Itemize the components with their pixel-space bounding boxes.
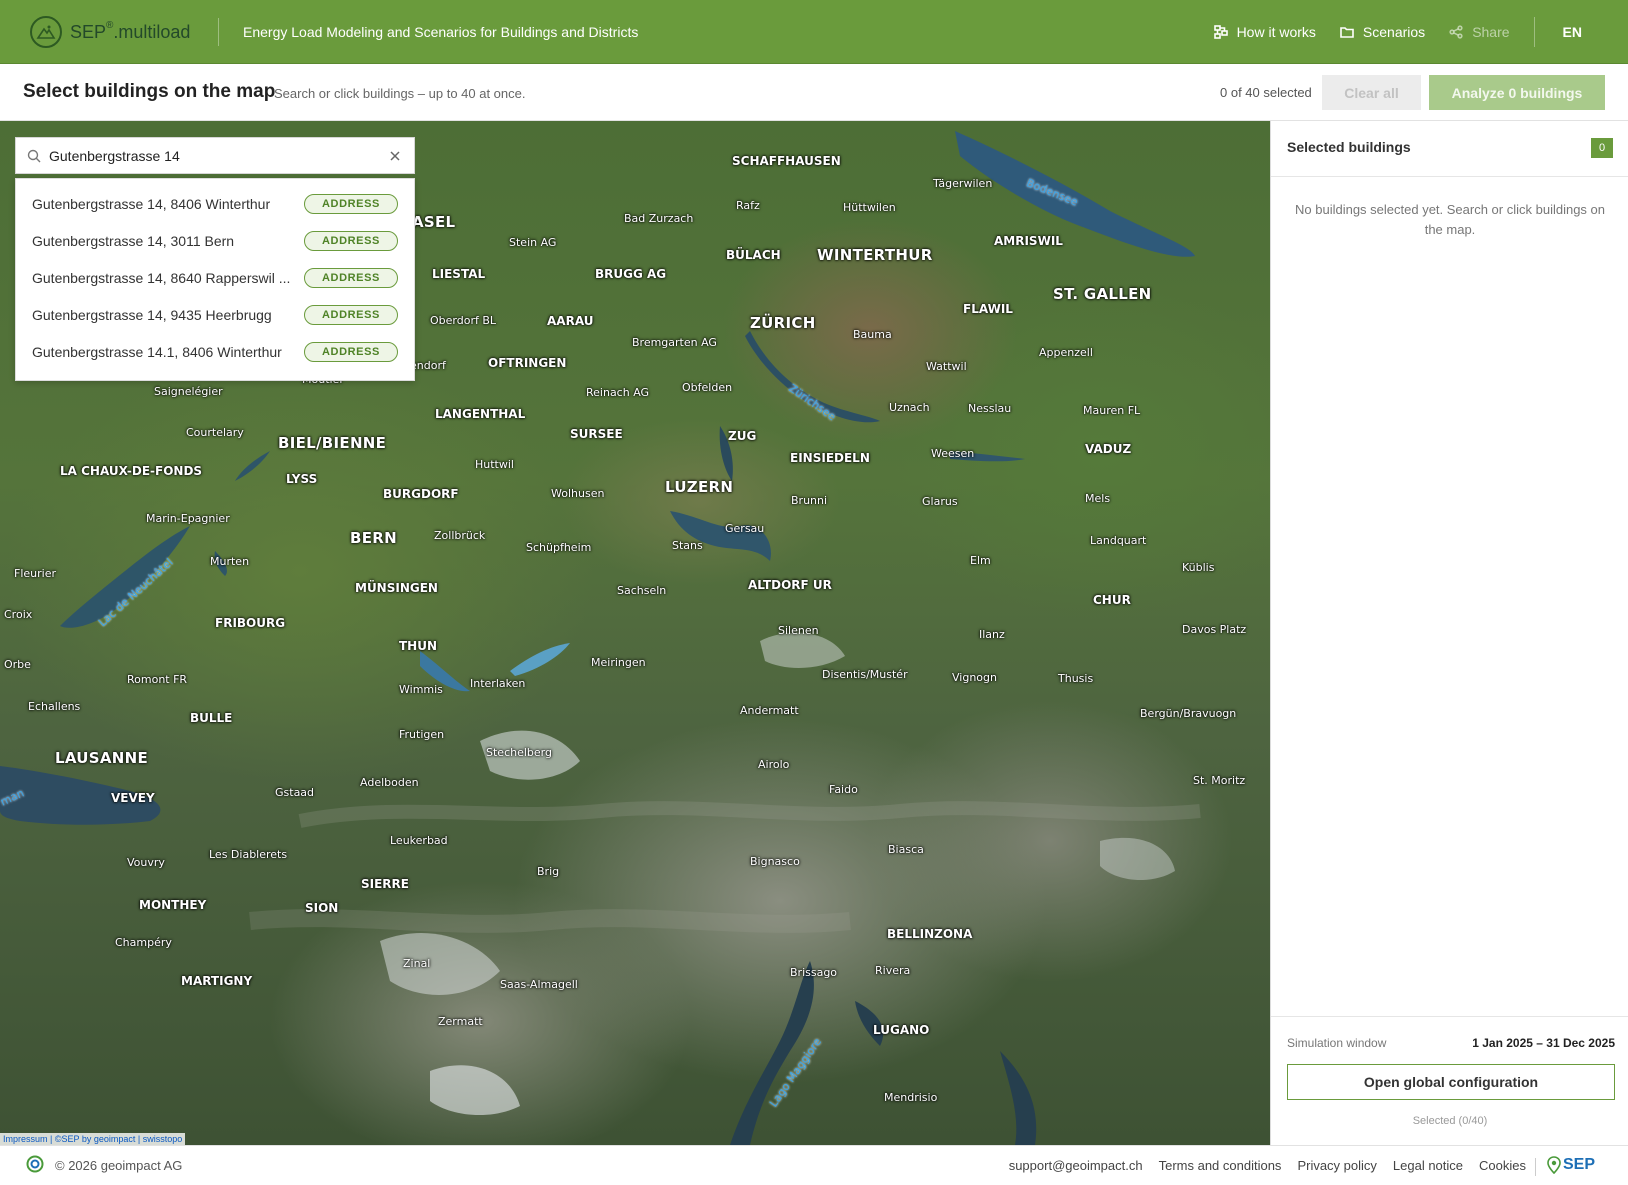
nav-share[interactable]: Share (1449, 24, 1510, 40)
support-email-link[interactable]: support@geoimpact.ch (1009, 1158, 1143, 1173)
folder-icon (1340, 27, 1354, 38)
result-type-badge: ADDRESS (304, 267, 398, 288)
mountain-logo-icon (30, 16, 62, 48)
selected-count: 0 of 40 selected (1220, 85, 1312, 100)
app-name: SEP®.multiload (70, 19, 191, 43)
lake-biel (235, 451, 270, 481)
lake-thun (420, 651, 470, 692)
lake-zug (719, 426, 733, 481)
address-search[interactable] (15, 137, 415, 174)
glacier-bernina (1100, 837, 1175, 881)
lake-neuchatel (60, 526, 190, 628)
logo-sep-text: SEP (70, 21, 107, 42)
nav-scenarios[interactable]: Scenarios (1340, 24, 1425, 40)
page-hint: Search or click buildings – up to 40 at … (274, 86, 526, 101)
panel-title: Selected buildings (1287, 139, 1411, 155)
search-result-item[interactable]: Gutenbergstrasse 14.1, 8406 Winterthur A… (16, 333, 414, 370)
search-result-item[interactable]: Gutenbergstrasse 14, 8406 Winterthur ADD… (16, 185, 414, 222)
alpine-ridge-south (249, 909, 851, 933)
selection-toolbar: Select buildings on the map Search or cl… (0, 64, 1628, 121)
share-icon (1449, 25, 1463, 39)
simulation-window-value: 1 Jan 2025 – 31 Dec 2025 (1472, 1036, 1615, 1050)
alpine-ridge (298, 801, 1201, 828)
panel-header: Selected buildings 0 (1271, 121, 1628, 177)
simulation-window-label: Simulation window (1287, 1036, 1387, 1050)
sep-brand-text: SEP (1563, 1156, 1596, 1173)
result-type-badge: ADDRESS (304, 341, 398, 362)
header-divider (218, 18, 219, 46)
search-icon (27, 149, 41, 162)
glacier-valais (380, 932, 500, 995)
logo-suffix-text: .multiload (113, 21, 191, 42)
selected-buildings-panel: Selected buildings 0 No buildings select… (1270, 121, 1628, 1145)
open-global-config-button[interactable]: Open global configuration (1287, 1064, 1615, 1100)
footer-divider (1535, 1158, 1536, 1176)
lake-walensee (950, 451, 1025, 462)
map-pin-icon (1547, 1156, 1561, 1174)
analyze-button[interactable]: Analyze 0 buildings (1429, 75, 1605, 110)
search-result-item[interactable]: Gutenbergstrasse 14, 8640 Rapperswil ...… (16, 259, 414, 296)
legal-notice-link[interactable]: Legal notice (1393, 1158, 1463, 1173)
flowchart-icon (1213, 25, 1228, 39)
page-title: Select buildings on the map (23, 81, 276, 102)
nav-divider (1533, 17, 1535, 47)
app-logo[interactable]: SEP®.multiload (30, 16, 190, 48)
result-type-badge: ADDRESS (304, 304, 398, 325)
clear-all-button[interactable]: Clear all (1322, 75, 1421, 110)
cookies-link[interactable]: Cookies (1479, 1158, 1526, 1173)
result-type-badge: ADDRESS (304, 230, 398, 251)
top-header: SEP®.multiload Energy Load Modeling and … (0, 0, 1628, 64)
logo-registered-mark: ® (106, 19, 114, 31)
nav-how-it-works[interactable]: How it works (1213, 24, 1316, 40)
result-address: Gutenbergstrasse 14, 8640 Rapperswil ... (32, 269, 291, 286)
nav-share-label: Share (1472, 24, 1510, 40)
copyright-text: © 2026 geoimpact AG (55, 1158, 183, 1173)
search-input[interactable] (49, 147, 379, 164)
panel-footer: Simulation window 1 Jan 2025 – 31 Dec 20… (1271, 1016, 1628, 1145)
lake-murten (214, 551, 227, 576)
glacier-uri (760, 632, 845, 668)
result-address: Gutenbergstrasse 14.1, 8406 Winterthur (32, 343, 282, 360)
header-nav: How it works Scenarios Share EN (1213, 0, 1628, 64)
search-result-item[interactable]: Gutenbergstrasse 14, 9435 Heerbrugg ADDR… (16, 296, 414, 333)
result-address: Gutenbergstrasse 14, 9435 Heerbrugg (32, 306, 272, 323)
result-address: Gutenbergstrasse 14, 3011 Bern (32, 232, 235, 249)
lake-brienz (510, 643, 570, 676)
nav-how-it-works-label: How it works (1236, 24, 1316, 40)
map-attribution[interactable]: Impressum | ©SEP by geoimpact | swisstop… (0, 1133, 186, 1145)
lake-como (1000, 1051, 1037, 1145)
language-switch[interactable]: EN (1563, 24, 1582, 40)
terms-link[interactable]: Terms and conditions (1159, 1158, 1282, 1173)
page-footer: © 2026 geoimpact AG support@geoimpact.ch… (0, 1145, 1628, 1185)
result-type-badge: ADDRESS (304, 193, 398, 214)
app-tagline: Energy Load Modeling and Scenarios for B… (243, 24, 639, 40)
nav-scenarios-label: Scenarios (1362, 24, 1426, 40)
result-address: Gutenbergstrasse 14, 8406 Winterthur (32, 195, 271, 212)
lake-lugano (855, 1001, 884, 1046)
footer-links: support@geoimpact.ch Terms and condition… (993, 1158, 1526, 1173)
sep-brand-logo[interactable]: SEP (1547, 1156, 1595, 1174)
selected-count-badge: 0 (1591, 138, 1613, 158)
privacy-link[interactable]: Privacy policy (1297, 1158, 1376, 1173)
search-results-dropdown: Gutenbergstrasse 14, 8406 Winterthur ADD… (15, 178, 415, 381)
search-result-item[interactable]: Gutenbergstrasse 14, 3011 Bern ADDRESS (16, 222, 414, 259)
close-icon[interactable] (388, 149, 402, 163)
glacier-bernese-alps (480, 730, 580, 780)
lake-lucerne (670, 511, 771, 561)
selected-status-note: Selected (0/40) (1412, 1115, 1488, 1127)
glacier-monte-rosa (430, 1065, 520, 1116)
geoimpact-logo-icon[interactable] (26, 1155, 44, 1173)
empty-state-message: No buildings selected yet. Search or cli… (1295, 202, 1606, 237)
